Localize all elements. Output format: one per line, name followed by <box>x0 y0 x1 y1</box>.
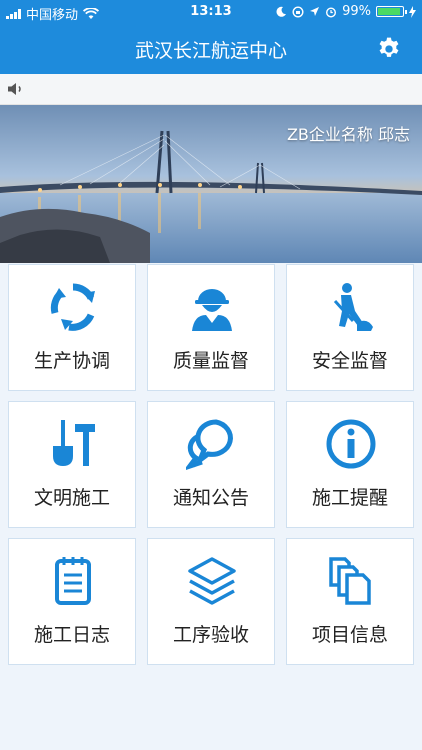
app-header: 武汉长江航运中心 <box>0 24 422 74</box>
tools-icon <box>53 420 95 466</box>
company-name: ZB企业名称 邱志 <box>286 125 410 144</box>
tile-label: 施工提醒 <box>311 487 388 509</box>
tile-label: 工序验收 <box>172 624 249 646</box>
tile-label: 生产协调 <box>33 350 110 372</box>
gear-icon[interactable] <box>376 36 402 62</box>
tile-safety-supervision[interactable]: 安全监督 <box>286 264 414 391</box>
tile-project-info[interactable]: 项目信息 <box>286 538 414 665</box>
digging-worker-icon <box>333 283 373 331</box>
chat-bubbles-icon <box>186 419 233 470</box>
tile-construction-log[interactable]: 施工日志 <box>8 538 136 665</box>
charging-icon <box>409 5 416 18</box>
documents-icon <box>329 557 371 605</box>
info-icon <box>326 419 376 469</box>
tile-construction-reminders[interactable]: 施工提醒 <box>286 401 414 528</box>
moon-icon <box>276 6 287 17</box>
tile-label: 项目信息 <box>311 624 388 646</box>
tile-quality-supervision[interactable]: 质量监督 <box>147 264 275 391</box>
worker-icon <box>192 289 232 331</box>
page-title: 武汉长江航运中心 <box>134 40 287 62</box>
banner-image: ZB企业名称 邱志 <box>0 105 422 263</box>
notice-bar[interactable] <box>0 74 422 105</box>
notepad-icon <box>55 557 91 605</box>
layers-icon <box>188 557 236 605</box>
tile-label: 安全监督 <box>311 350 388 372</box>
speaker-icon <box>8 83 21 95</box>
tile-process-acceptance[interactable]: 工序验收 <box>147 538 275 665</box>
recycle-icon <box>50 283 95 331</box>
tile-label: 质量监督 <box>172 350 249 372</box>
battery-icon <box>376 6 407 17</box>
tile-civilized-construction[interactable]: 文明施工 <box>8 401 136 528</box>
tile-notices[interactable]: 通知公告 <box>147 401 275 528</box>
tile-production-coordination[interactable]: 生产协调 <box>8 264 136 391</box>
alarm-icon <box>326 6 337 18</box>
tile-label: 施工日志 <box>33 624 110 646</box>
status-bar: 中国移动 13:13 99% <box>0 0 422 24</box>
battery-percent: 99% <box>342 4 371 19</box>
rotation-lock-icon <box>292 5 304 18</box>
location-icon <box>310 7 320 16</box>
tile-label: 通知公告 <box>172 487 249 509</box>
tile-label: 文明施工 <box>33 487 110 509</box>
